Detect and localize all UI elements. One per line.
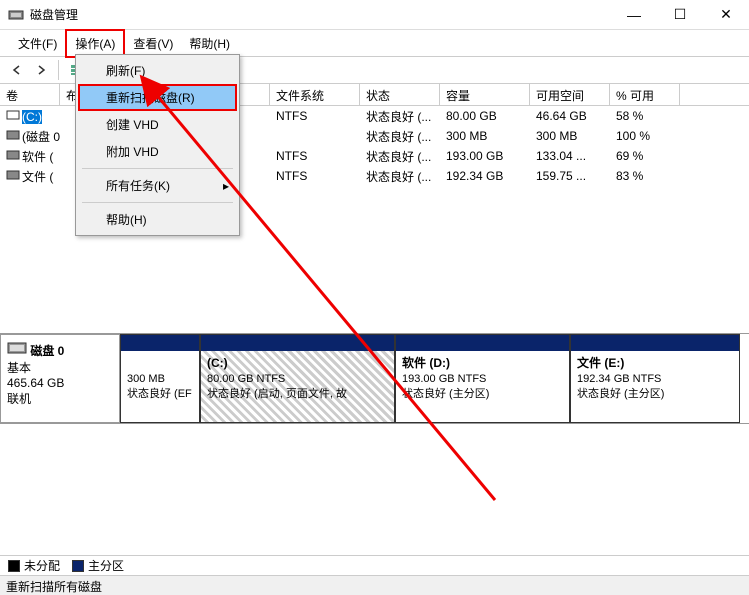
volume-icon	[6, 129, 20, 141]
partition-header	[571, 335, 739, 351]
volume-cell: 状态良好 (...	[360, 146, 440, 167]
window-controls: — ☐ ✕	[611, 0, 749, 29]
disk-state: 联机	[7, 392, 31, 406]
col-volume[interactable]: 卷	[0, 84, 60, 105]
disk-size: 465.64 GB	[7, 376, 64, 390]
back-button[interactable]	[6, 59, 28, 81]
partition-header	[201, 335, 394, 351]
volume-cell: 46.64 GB	[530, 107, 610, 125]
partition-body: (C:)80.00 GB NTFS状态良好 (启动, 页面文件, 故	[201, 351, 394, 422]
volume-cell: 状态良好 (...	[360, 126, 440, 147]
partition-body: 文件 (E:)192.34 GB NTFS状态良好 (主分区)	[571, 351, 739, 422]
volume-cell: 软件 (	[0, 146, 60, 167]
col-freespace[interactable]: 可用空间	[530, 84, 610, 105]
disk-row: 磁盘 0 基本 465.64 GB 联机 300 MB状态良好 (EF (C:)…	[0, 334, 749, 424]
submenu-arrow-icon: ▸	[223, 179, 229, 193]
menu-all-tasks-label: 所有任务(K)	[106, 179, 170, 193]
partition[interactable]: 软件 (D:)193.00 GB NTFS状态良好 (主分区)	[395, 334, 570, 423]
volume-icon	[6, 149, 20, 161]
col-status[interactable]: 状态	[360, 84, 440, 105]
menu-help[interactable]: 帮助(H)	[181, 31, 238, 56]
volume-cell: 193.00 GB	[440, 147, 530, 165]
partition[interactable]: 文件 (E:)192.34 GB NTFS状态良好 (主分区)	[570, 334, 740, 423]
menu-attach-vhd[interactable]: 附加 VHD	[78, 138, 237, 165]
volume-cell: 133.04 ...	[530, 147, 610, 165]
window-title: 磁盘管理	[30, 6, 611, 23]
partition-body: 软件 (D:)193.00 GB NTFS状态良好 (主分区)	[396, 351, 569, 422]
disk-type: 基本	[7, 361, 31, 375]
volume-cell: 69 %	[610, 147, 680, 165]
menubar: 文件(F) 操作(A) 查看(V) 帮助(H)	[0, 30, 749, 56]
volume-cell: 状态良好 (...	[360, 166, 440, 187]
legend-primary: 主分区	[88, 557, 124, 574]
menu-view[interactable]: 查看(V)	[125, 31, 181, 56]
menu-file[interactable]: 文件(F)	[10, 31, 65, 56]
legend-swatch-primary	[72, 560, 84, 572]
forward-button[interactable]	[30, 59, 52, 81]
volume-cell	[270, 134, 360, 138]
col-capacity[interactable]: 容量	[440, 84, 530, 105]
menu-rescan-disks[interactable]: 重新扫描磁盘(R)	[78, 84, 237, 111]
volume-icon	[6, 109, 20, 121]
partition-header	[396, 335, 569, 351]
volume-cell: 58 %	[610, 107, 680, 125]
volume-cell: 192.34 GB	[440, 167, 530, 185]
disk-icon	[7, 341, 27, 357]
volume-cell: NTFS	[270, 167, 360, 185]
menu-refresh[interactable]: 刷新(F)	[78, 57, 237, 84]
partition-header	[121, 335, 199, 351]
minimize-button[interactable]: —	[611, 0, 657, 29]
app-icon	[8, 7, 24, 23]
volume-cell: NTFS	[270, 147, 360, 165]
partition[interactable]: (C:)80.00 GB NTFS状态良好 (启动, 页面文件, 故	[200, 334, 395, 423]
col-pctfree[interactable]: % 可用	[610, 84, 680, 105]
col-filesystem[interactable]: 文件系统	[270, 84, 360, 105]
menu-create-vhd[interactable]: 创建 VHD	[78, 111, 237, 138]
disk-info[interactable]: 磁盘 0 基本 465.64 GB 联机	[0, 334, 120, 423]
volume-cell: 80.00 GB	[440, 107, 530, 125]
volume-cell: 文件 (	[0, 166, 60, 187]
action-dropdown: 刷新(F) 重新扫描磁盘(R) 创建 VHD 附加 VHD 所有任务(K) ▸ …	[75, 54, 240, 236]
disk-map-pane: 磁盘 0 基本 465.64 GB 联机 300 MB状态良好 (EF (C:)…	[0, 334, 749, 555]
volume-cell: 83 %	[610, 167, 680, 185]
menu-all-tasks[interactable]: 所有任务(K) ▸	[78, 172, 237, 199]
volume-cell: (C:)	[0, 107, 60, 126]
volume-cell: (磁盘 0	[0, 126, 60, 147]
legend: 未分配 主分区	[0, 555, 749, 575]
menu-dropdown-help[interactable]: 帮助(H)	[78, 206, 237, 233]
partition[interactable]: 300 MB状态良好 (EF	[120, 334, 200, 423]
statusbar: 重新扫描所有磁盘	[0, 575, 749, 595]
legend-swatch-unallocated	[8, 560, 20, 572]
close-button[interactable]: ✕	[703, 0, 749, 29]
volume-cell: NTFS	[270, 107, 360, 125]
titlebar: 磁盘管理 — ☐ ✕	[0, 0, 749, 30]
volume-icon	[6, 169, 20, 181]
legend-unallocated: 未分配	[24, 557, 60, 574]
volume-cell: 300 MB	[440, 127, 530, 145]
volume-cell: 159.75 ...	[530, 167, 610, 185]
disk-label: 磁盘 0	[30, 344, 64, 358]
partition-body: 300 MB状态良好 (EF	[121, 351, 199, 422]
maximize-button[interactable]: ☐	[657, 0, 703, 29]
volume-cell: 300 MB	[530, 127, 610, 145]
volume-cell: 100 %	[610, 127, 680, 145]
volume-cell: 状态良好 (...	[360, 106, 440, 127]
